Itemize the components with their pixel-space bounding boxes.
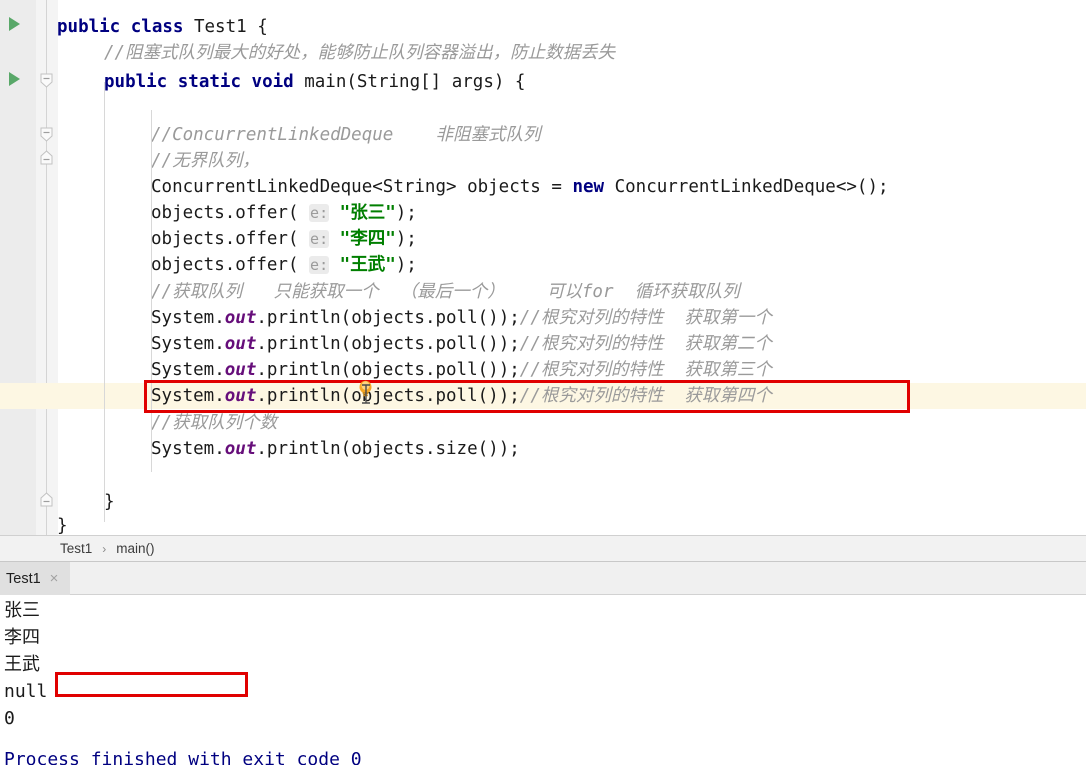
code-token-plain: } [57,516,68,535]
code-line[interactable]: } [0,513,68,535]
console-null-box [55,672,248,697]
code-token-cmt: //获取队列个数 [151,413,278,433]
code-token-str: "李四" [339,229,396,249]
code-token-plain: ConcurrentLinkedDeque<String> objects = [151,177,573,197]
code-line[interactable]: public class Test1 { [0,14,268,40]
code-line[interactable]: } [0,489,115,515]
code-token-plain: System. [151,439,225,459]
code-line[interactable]: ConcurrentLinkedDeque<String> objects = … [0,174,889,200]
code-token-kw: public [57,17,131,37]
code-token-plain: main(String[] args) { [304,72,526,92]
code-token-plain: .println(objects.size()); [256,439,520,459]
code-token-field: out [224,439,257,459]
code-editor[interactable]: public class Test1 { //阻塞式队列最大的好处，能够防止队列容… [0,0,1086,535]
code-token-plain: .println(objects.poll()); [256,334,520,354]
code-token-plain: System. [151,334,225,354]
code-line[interactable]: //ConcurrentLinkedDeque 非阻塞式队列 [0,122,540,148]
console-line: Process finished with exit code 0 [4,749,362,765]
code-token-plain: System. [151,360,225,380]
console-line: 李四 [4,627,40,648]
code-line[interactable]: System.out.println(objects.poll());//根究对… [0,331,772,357]
console-line: 张三 [4,600,40,621]
code-token-plain: objects.offer( [151,229,310,249]
code-line[interactable]: //获取队列 只能获取一个 （最后一个） 可以for 循环获取队列 [0,279,740,305]
indent-guide-level1 [104,82,105,522]
breadcrumb-item-class[interactable]: Test1 [58,541,94,556]
code-line[interactable]: //无界队列， [0,148,260,174]
code-token-plain: } [104,492,115,512]
code-token-plain: objects.offer( [151,255,310,275]
code-token-cmt: //根究对列的特性 获取第三个 [519,360,772,380]
code-token-hint: e: [309,230,330,248]
code-token-plain: System. [151,308,225,328]
code-line[interactable]: //获取队列个数 [0,410,277,436]
code-token-kw: new [572,177,615,197]
code-line[interactable]: objects.offer( e: "张三"); [0,200,417,226]
code-token-plain: ); [395,203,417,223]
code-token-kw: class [130,17,194,37]
breadcrumb[interactable]: Test1 › main() [0,535,1086,562]
code-token-plain: .println(objects.poll()); [256,308,520,328]
code-token-plain: .println(objects.poll()); [256,360,520,380]
code-token-str: "王武" [339,255,396,275]
indent-guide-level2 [151,110,152,472]
code-line[interactable]: objects.offer( e: "李四"); [0,226,417,252]
code-token-field: out [224,334,257,354]
run-tool-window-tabbar[interactable]: Test1 × [0,562,1086,595]
code-token-plain: ); [395,255,417,275]
code-token-cmt: //获取队列 只能获取一个 （最后一个） 可以for 循环获取队列 [151,282,740,302]
code-line[interactable]: objects.offer( e: "王武"); [0,252,417,278]
code-token-plain: objects.offer( [151,203,310,223]
code-line[interactable]: public static void main(String[] args) { [0,69,525,95]
code-token-plain: ); [395,229,417,249]
code-token-cmt: //根究对列的特性 获取第二个 [519,334,772,354]
close-icon[interactable]: × [50,571,59,586]
code-token-kw: public [104,72,178,92]
code-token-hint: e: [309,256,330,274]
console-line: 0 [4,708,15,729]
code-highlight-box [144,380,910,413]
code-token-plain: Test1 { [193,17,268,37]
code-token-field: out [224,360,257,380]
console-line: null [4,681,48,702]
code-token-cmt: //ConcurrentLinkedDeque 非阻塞式队列 [151,125,541,145]
run-tab-label: Test1 [6,570,41,587]
code-token-hint: e: [309,204,330,222]
code-token-cmt: //根究对列的特性 获取第一个 [519,308,772,328]
code-line[interactable]: System.out.println(objects.size()); [0,436,520,462]
code-token-cmt: //阻塞式队列最大的好处，能够防止队列容器溢出，防止数据丢失 [104,43,616,63]
run-tab-test1[interactable]: Test1 × [0,562,71,595]
code-token-field: out [224,308,257,328]
code-line[interactable]: //阻塞式队列最大的好处，能够防止队列容器溢出，防止数据丢失 [0,40,615,66]
mouse-text-cursor [361,384,371,404]
code-token-plain: ConcurrentLinkedDeque<>(); [614,177,889,197]
breadcrumb-item-method[interactable]: main() [114,541,156,556]
code-token-kw: void [251,72,305,92]
code-line[interactable]: System.out.println(objects.poll());//根究对… [0,305,772,331]
code-token-str: "张三" [339,203,396,223]
code-token-cmt: //无界队列， [151,151,260,171]
console-line: 王武 [4,654,40,675]
code-token-kw: static [177,72,252,92]
breadcrumb-separator-icon: › [102,541,107,556]
code-lines-container[interactable]: public class Test1 { //阻塞式队列最大的好处，能够防止队列容… [0,0,1086,535]
